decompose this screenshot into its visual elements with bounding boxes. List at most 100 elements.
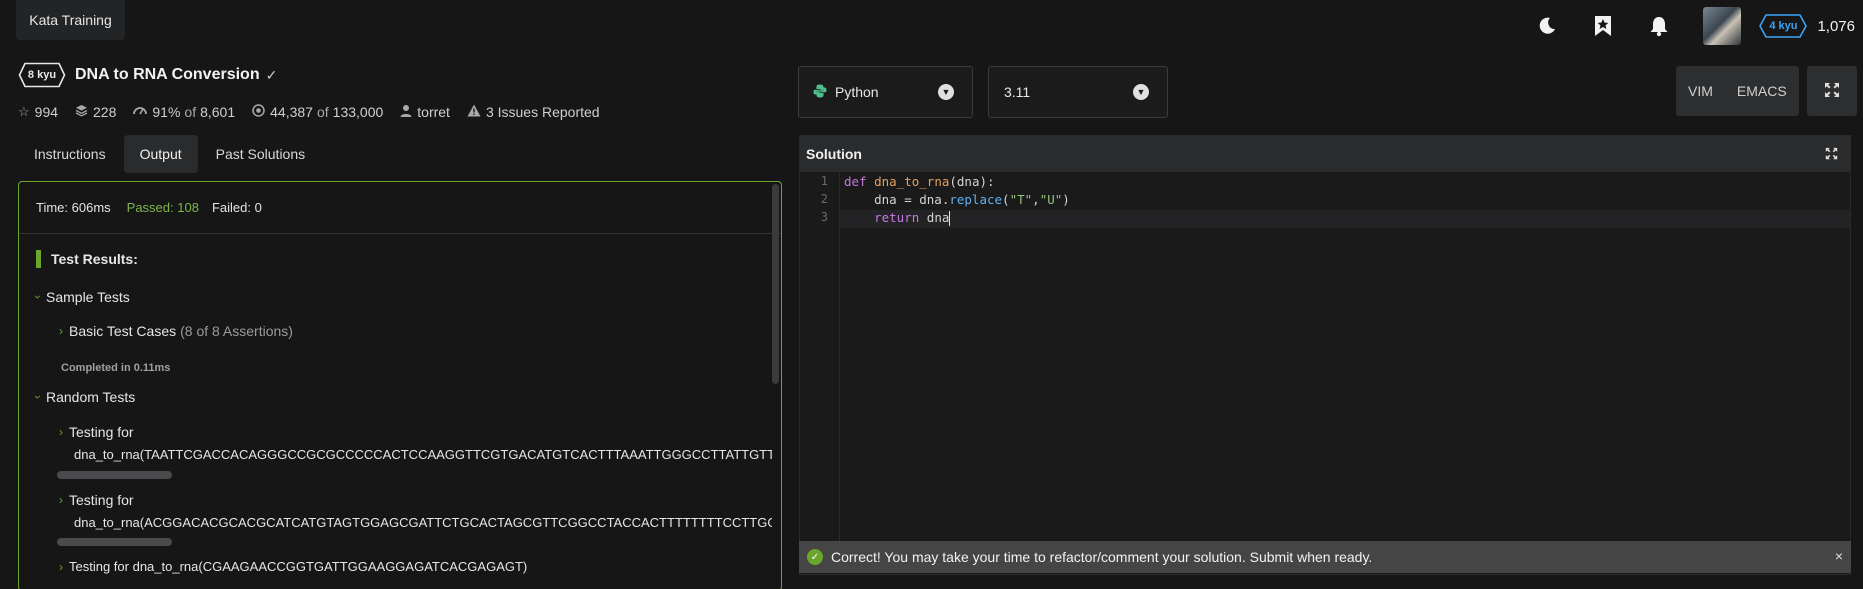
- kata-rank-badge: 8 kyu: [18, 62, 66, 88]
- stars-count: 994: [34, 104, 59, 120]
- output-scrollbar[interactable]: [772, 184, 779, 384]
- chevron-down-icon: ›: [31, 295, 45, 299]
- text-caret: [949, 211, 951, 226]
- random-test-2[interactable]: › Testing for: [59, 492, 134, 508]
- bookmark-star-icon[interactable]: [1591, 14, 1615, 38]
- kata-training-label: Kata Training: [29, 12, 112, 28]
- user-icon: [400, 104, 412, 120]
- output-panel: Time: 606ms Passed: 108 Failed: 0 Test R…: [18, 181, 782, 589]
- editor-header: Solution: [800, 136, 1850, 172]
- issues-stat[interactable]: 3 Issues Reported: [467, 104, 600, 120]
- random-test-1-call: dna_to_rna(TAATTCGACCACAGGGCCGCGCCCCCACT…: [74, 447, 772, 462]
- close-icon[interactable]: ×: [1835, 548, 1843, 564]
- test-results-heading: Test Results:: [36, 250, 138, 268]
- random-test-1-scrollbar[interactable]: [57, 471, 172, 479]
- basic-test-cases-group[interactable]: › Basic Test Cases (8 of 8 Assertions): [59, 323, 293, 339]
- chevron-down-icon: ›: [31, 395, 45, 399]
- random-test-2-call: dna_to_rna(ACGGACACGCACGCATCATGTAGTGGAGC…: [74, 515, 772, 530]
- collections-stat[interactable]: 228: [75, 104, 116, 120]
- chevron-down-icon: ▼: [1133, 84, 1149, 100]
- honor-count: 1,076: [1817, 17, 1855, 35]
- passed-count: Passed: 108: [126, 200, 199, 215]
- bell-icon[interactable]: [1647, 14, 1671, 38]
- basic-test-cases-label: Basic Test Cases: [69, 323, 177, 339]
- chevron-right-icon: ›: [59, 493, 63, 507]
- expand-icon[interactable]: [1825, 147, 1838, 163]
- expand-icon: [1824, 82, 1840, 101]
- chevron-right-icon: ›: [59, 425, 63, 439]
- code-editor[interactable]: Solution 1 2 3 def dna_to_rna(dna): dna …: [799, 135, 1851, 575]
- random-test-3-call: Testing for dna_to_rna(CGAAGAACCGGTGATTG…: [69, 559, 528, 574]
- basic-assertions: (8 of 8 Assertions): [180, 323, 293, 339]
- random-test-1[interactable]: › Testing for: [59, 424, 134, 440]
- python-icon: [813, 84, 827, 101]
- star-icon: ☆: [18, 104, 30, 119]
- collections-count: 228: [93, 104, 117, 120]
- success-toast: ✓ Correct! You may take your time to ref…: [799, 541, 1851, 573]
- current-line-highlight: [840, 210, 1850, 228]
- failed-count: Failed: 0: [211, 200, 262, 215]
- language-value: Python: [835, 84, 879, 100]
- completed-in: Completed in 0.11ms: [61, 362, 171, 374]
- top-bar: Kata Training 4 kyu 1,076: [0, 0, 1863, 46]
- random-test-2-scrollbar[interactable]: [57, 538, 172, 546]
- version-value: 3.11: [1004, 84, 1031, 100]
- user-rank-badge[interactable]: 4 kyu: [1759, 14, 1808, 38]
- tab-past-solutions[interactable]: Past Solutions: [200, 135, 322, 173]
- satisfaction-stat: 91% of 8,601: [133, 104, 235, 120]
- user-rank-label: 4 kyu: [1769, 20, 1798, 32]
- line-number: 2: [820, 192, 828, 206]
- completed-count: 44,387: [270, 104, 313, 120]
- satisfaction-percent: 91%: [152, 104, 181, 120]
- fullscreen-button[interactable]: [1806, 66, 1857, 116]
- random-tests-group[interactable]: › Random Tests: [31, 389, 136, 405]
- author-name: torret: [417, 104, 450, 120]
- tab-instructions[interactable]: Instructions: [18, 135, 122, 173]
- satisfaction-of: of: [184, 104, 197, 120]
- line-number: 1: [820, 174, 828, 188]
- test-results-title: Test Results:: [51, 251, 138, 267]
- emacs-mode-button[interactable]: EMACS: [1724, 66, 1799, 116]
- author-stat[interactable]: torret: [400, 104, 450, 120]
- testing-for-label: Testing for: [69, 492, 134, 508]
- layers-icon: [75, 104, 88, 120]
- random-tests-label: Random Tests: [46, 389, 136, 405]
- target-icon: [252, 104, 265, 120]
- avatar[interactable]: [1703, 7, 1742, 45]
- thumbs-icon: [133, 105, 148, 120]
- check-icon: ✓: [265, 66, 278, 83]
- top-icons: 4 kyu 1,076: [1535, 0, 1863, 52]
- line-gutter: 1 2 3: [800, 172, 840, 572]
- chevron-down-icon: ▼: [938, 84, 954, 100]
- tab-output[interactable]: Output: [123, 135, 198, 173]
- chevron-right-icon: ›: [59, 559, 63, 574]
- solution-title: Solution: [806, 146, 862, 162]
- line-number: 3: [820, 210, 828, 224]
- editor-modes: VIM EMACS: [1676, 66, 1857, 116]
- issues-label: 3 Issues Reported: [485, 104, 600, 120]
- sample-tests-group[interactable]: › Sample Tests: [31, 289, 130, 305]
- test-summary: Time: 606ms Passed: 108 Failed: 0: [19, 182, 781, 234]
- completed-stat: 44,387 of 133,000: [252, 104, 383, 120]
- kata-rank-label: 8 kyu: [27, 69, 57, 81]
- code-line-1[interactable]: def dna_to_rna(dna):: [844, 173, 995, 191]
- run-time: Time: 606ms: [36, 200, 111, 215]
- left-tabs: Instructions Output Past Solutions: [18, 135, 323, 173]
- vim-mode-button[interactable]: VIM: [1676, 66, 1725, 116]
- kata-training-tab[interactable]: Kata Training: [16, 0, 125, 40]
- language-select[interactable]: Python ▼: [798, 66, 973, 118]
- random-test-3[interactable]: › Testing for dna_to_rna(CGAAGAACCGGTGAT…: [59, 559, 527, 574]
- toast-message: Correct! You may take your time to refac…: [831, 549, 1373, 565]
- stars-stat[interactable]: ☆ 994: [18, 104, 58, 120]
- testing-for-label: Testing for: [69, 424, 134, 440]
- completed-of: of: [316, 104, 329, 120]
- kata-title[interactable]: DNA to RNA Conversion: [75, 66, 260, 84]
- attempts-count: 133,000: [332, 104, 384, 120]
- moon-icon[interactable]: [1535, 14, 1559, 38]
- kata-stats: ☆ 994 228 91% of 8,601 44,387 of 133,000…: [18, 104, 617, 120]
- code-line-2[interactable]: dna = dna.replace("T","U"): [844, 191, 1070, 209]
- code-line-3[interactable]: return dna: [844, 209, 951, 227]
- sample-tests-label: Sample Tests: [46, 289, 130, 305]
- version-select[interactable]: 3.11 ▼: [988, 66, 1168, 118]
- chevron-right-icon: ›: [59, 324, 63, 338]
